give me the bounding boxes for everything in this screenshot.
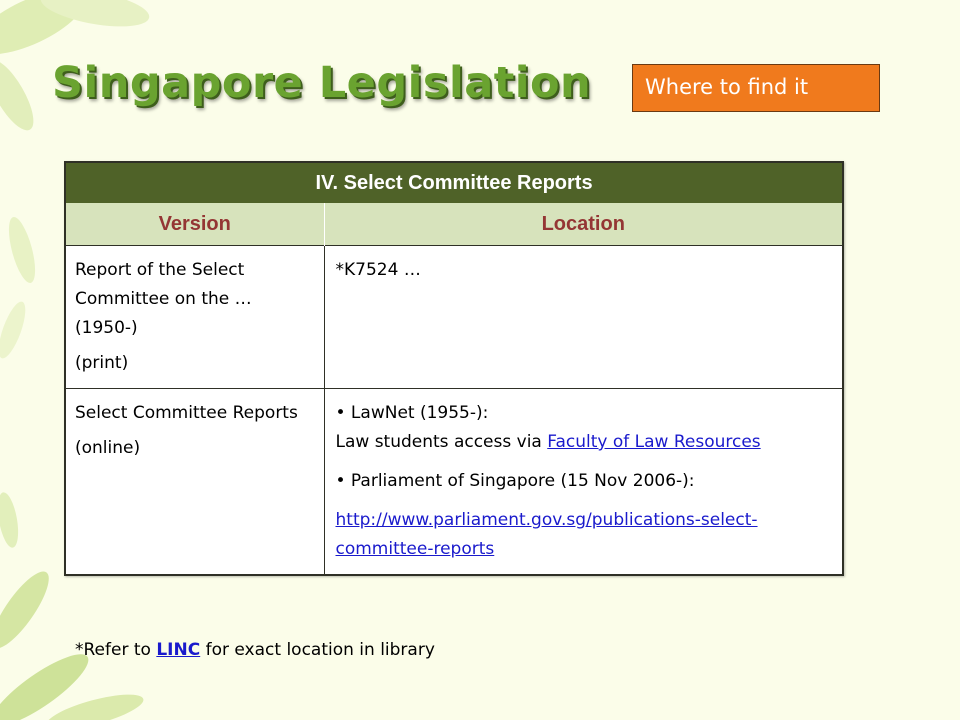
footnote: *Refer to LINC for exact location in lib… — [75, 640, 435, 660]
footnote-suffix: for exact location in library — [200, 640, 435, 660]
version-text: Select Committee Reports — [75, 403, 298, 423]
column-header-location: Location — [324, 203, 843, 246]
faculty-of-law-resources-link[interactable]: Faculty of Law Resources — [547, 432, 760, 452]
select-committee-reports-table: IV. Select Committee Reports Version Loc… — [64, 161, 844, 576]
location-callnumber: *K7524 … — [335, 260, 421, 280]
where-to-find-it-label: Where to find it — [632, 64, 880, 112]
table-title: IV. Select Committee Reports — [66, 163, 843, 203]
version-cell: Report of the Select Committee on the … … — [66, 245, 325, 389]
location-cell: *K7524 … — [324, 245, 843, 389]
column-header-version: Version — [66, 203, 325, 246]
version-format: (online) — [75, 438, 141, 458]
lawnet-access-text: Law students access via — [335, 432, 548, 452]
linc-link[interactable]: LINC — [156, 640, 200, 660]
version-cell: Select Committee Reports (online) — [66, 388, 325, 574]
parliament-item: • Parliament of Singapore (15 Nov 2006-)… — [335, 471, 695, 491]
table-row: Select Committee Reports (online) • LawN… — [66, 388, 843, 574]
lawnet-access-note: Law students access via Faculty of Law R… — [336, 428, 835, 457]
footnote-prefix: *Refer to — [75, 640, 157, 660]
location-cell: • LawNet (1955-): Law students access vi… — [324, 388, 843, 574]
version-format: (print) — [75, 353, 129, 373]
table-row: Report of the Select Committee on the … … — [66, 245, 843, 389]
version-text: Report of the Select Committee on the … … — [75, 260, 252, 338]
slide-title: Singapore Legislation — [52, 58, 592, 108]
lawnet-item: • LawNet (1955-): — [335, 403, 489, 423]
parliament-reports-link[interactable]: http://www.parliament.gov.sg/publication… — [336, 510, 758, 559]
